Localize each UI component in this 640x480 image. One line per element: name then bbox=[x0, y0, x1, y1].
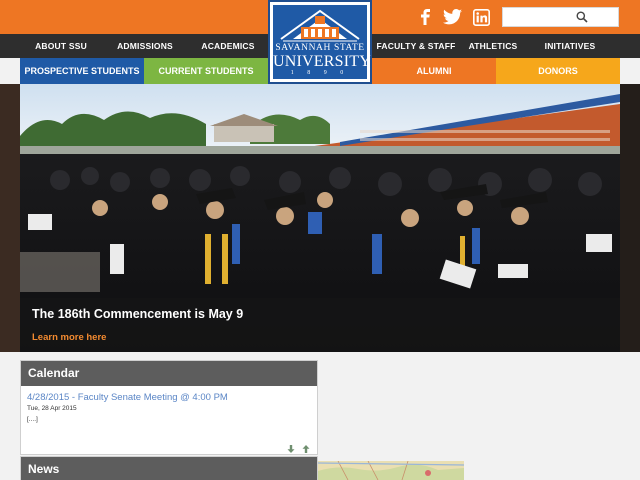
logo-emblem: SAVANNAH STATE UNIVERSITY 1 8 9 0 bbox=[273, 5, 371, 79]
arrow-down-icon[interactable] bbox=[286, 444, 296, 454]
hero-banner[interactable]: The 186th Commencement is May 9 Learn mo… bbox=[0, 84, 640, 352]
nav-about-ssu[interactable]: ABOUT SSU bbox=[26, 34, 96, 58]
news-heading: News bbox=[21, 457, 317, 480]
logo-text-savannah-state: SAVANNAH STATE bbox=[275, 43, 365, 53]
nav-admissions[interactable]: ADMISSIONS bbox=[108, 34, 182, 58]
university-logo[interactable]: SAVANNAH STATE UNIVERSITY 1 8 9 0 bbox=[268, 0, 372, 84]
search-icon[interactable] bbox=[576, 11, 588, 23]
linkedin-icon[interactable] bbox=[471, 7, 491, 27]
calendar-event-excerpt: [....] bbox=[27, 416, 38, 423]
subnav-alumni[interactable]: ALUMNI bbox=[372, 58, 496, 84]
hero-learn-more-link[interactable]: Learn more here bbox=[32, 332, 106, 343]
search-field[interactable] bbox=[502, 7, 619, 27]
nav-faculty-staff[interactable]: FACULTY & STAFF bbox=[376, 34, 456, 58]
nav-academics[interactable]: ACADEMICS bbox=[192, 34, 264, 58]
logo-text-university: UNIVERSITY bbox=[273, 53, 371, 70]
calendar-heading: Calendar bbox=[21, 361, 317, 386]
calendar-panel: Calendar 4/28/2015 - Faculty Senate Meet… bbox=[20, 360, 318, 455]
nav-initiatives[interactable]: INITIATIVES bbox=[536, 34, 604, 58]
news-panel: News bbox=[20, 456, 318, 480]
nav-athletics[interactable]: ATHLETICS bbox=[462, 34, 524, 58]
twitter-icon[interactable] bbox=[441, 7, 463, 27]
calendar-event-link[interactable]: 4/28/2015 - Faculty Senate Meeting @ 4:0… bbox=[27, 392, 228, 403]
facebook-icon[interactable] bbox=[415, 7, 435, 27]
calendar-event-date: Tue, 28 Apr 2015 bbox=[27, 405, 77, 412]
building-icon bbox=[280, 9, 360, 42]
hero-caption: The 186th Commencement is May 9 Learn mo… bbox=[20, 298, 620, 352]
subnav-prospective-students[interactable]: PROSPECTIVE STUDENTS bbox=[20, 58, 144, 84]
subnav-donors[interactable]: DONORS bbox=[496, 58, 620, 84]
map-thumbnail[interactable] bbox=[318, 461, 464, 480]
map-image bbox=[318, 461, 464, 480]
logo-text-year: 1 8 9 0 bbox=[290, 70, 350, 76]
hero-title: The 186th Commencement is May 9 bbox=[32, 307, 244, 321]
subnav-current-students[interactable]: CURRENT STUDENTS bbox=[144, 58, 268, 84]
arrow-up-icon[interactable] bbox=[301, 444, 311, 454]
